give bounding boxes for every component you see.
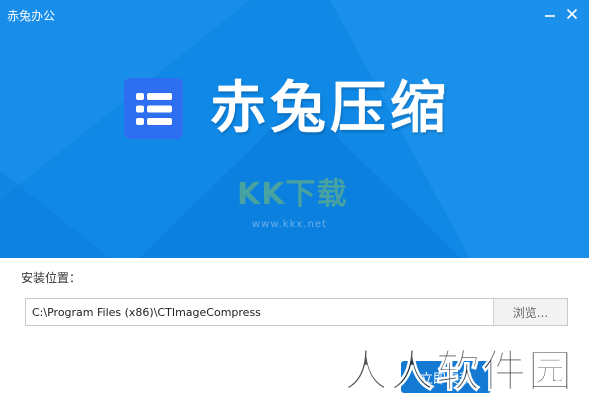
- watermark-text: KK下载: [237, 177, 348, 212]
- install-path-field: 浏览...: [25, 298, 568, 326]
- header-banner: 赤兔办公 赤兔压缩 KK下载 www.kkx.net: [0, 0, 589, 258]
- minimize-icon: [545, 15, 555, 17]
- list-icon: [135, 92, 172, 125]
- install-path-input[interactable]: [26, 299, 493, 325]
- install-location-label: 安装位置：: [21, 271, 82, 285]
- close-button[interactable]: [562, 4, 582, 24]
- app-name: 赤兔压缩: [210, 76, 450, 141]
- close-icon: [566, 8, 578, 20]
- install-now-button[interactable]: 立即安装: [401, 361, 491, 393]
- watermark-url: www.kkx.net: [252, 219, 327, 230]
- window-title: 赤兔办公: [7, 9, 56, 23]
- app-logo: [124, 78, 183, 139]
- minimize-button[interactable]: [540, 4, 560, 24]
- browse-button[interactable]: 浏览...: [493, 299, 567, 325]
